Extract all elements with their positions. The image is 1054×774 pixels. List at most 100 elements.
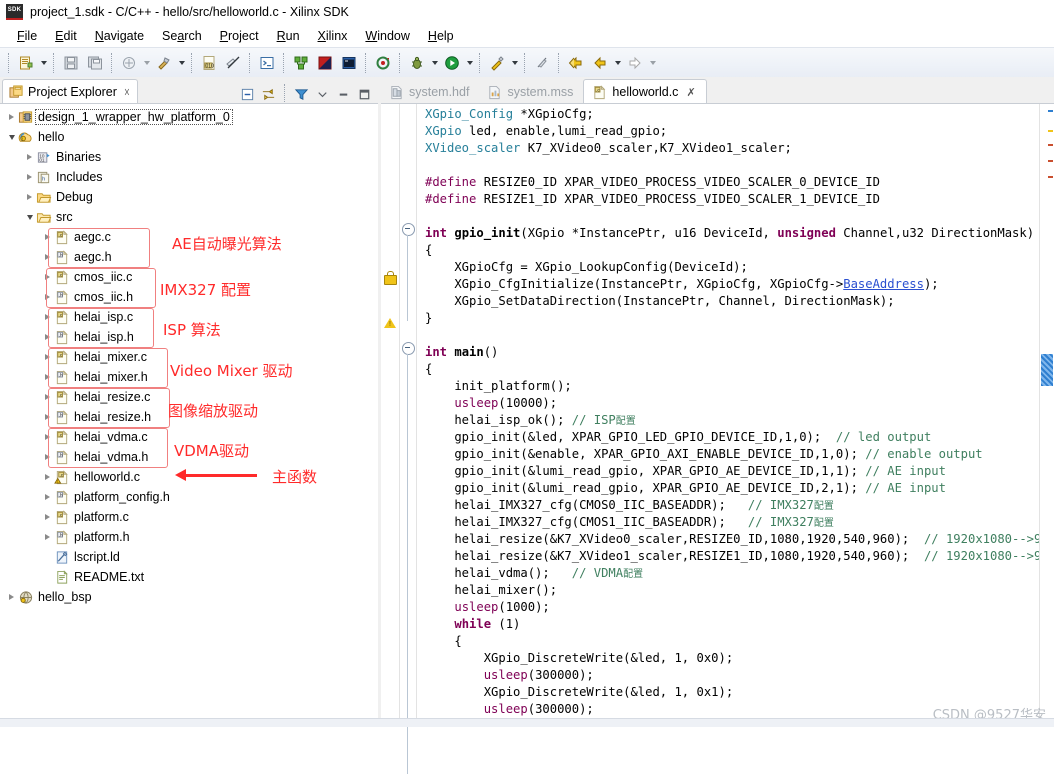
tree-twisty-collapsed-icon[interactable] — [41, 427, 54, 447]
build-dropdown-icon[interactable] — [141, 52, 152, 74]
menu-search[interactable]: Search — [153, 27, 211, 45]
tree-twisty-collapsed-icon[interactable] — [23, 167, 36, 187]
tree-item[interactable]: .c helai_mixer.c — [0, 347, 378, 367]
tree-item[interactable]: ! hello — [0, 127, 378, 147]
forward-next-icon[interactable] — [624, 52, 646, 74]
tree-item[interactable]: Debug — [0, 187, 378, 207]
menu-window[interactable]: Window — [356, 27, 418, 45]
new-file-dropdown-icon[interactable] — [38, 52, 49, 74]
tree-twisty-collapsed-icon[interactable] — [41, 347, 54, 367]
editor-marker-gutter[interactable]: ! — [381, 104, 400, 727]
fold-toggle-main[interactable] — [402, 342, 415, 355]
menu-help[interactable]: Help — [419, 27, 463, 45]
tree-twisty-collapsed-icon[interactable] — [41, 287, 54, 307]
hammer-dropdown-icon[interactable] — [176, 52, 187, 74]
tree-twisty-collapsed-icon[interactable] — [41, 247, 54, 267]
build-all-icon[interactable] — [118, 52, 140, 74]
skip-breakpoints-icon[interactable] — [531, 52, 553, 74]
minimize-icon[interactable] — [334, 85, 353, 104]
tree-item[interactable]: hello_bsp — [0, 587, 378, 607]
tree-twisty-collapsed-icon[interactable] — [23, 147, 36, 167]
menu-project[interactable]: Project — [211, 27, 268, 45]
tree-twisty-collapsed-icon[interactable] — [41, 487, 54, 507]
debug-dropdown-icon[interactable] — [429, 52, 440, 74]
toggle-markers-icon[interactable] — [222, 52, 244, 74]
filter-icon[interactable] — [292, 85, 311, 104]
tree-item[interactable]: .c helai_vdma.c — [0, 427, 378, 447]
menu-xilinx[interactable]: Xilinx — [309, 27, 357, 45]
tree-twisty-expanded-icon[interactable] — [5, 127, 18, 147]
tree-twisty-collapsed-icon[interactable] — [41, 447, 54, 467]
tree-item[interactable]: .c helai_resize.c — [0, 387, 378, 407]
menu-file[interactable]: File — [8, 27, 46, 45]
tree-item[interactable]: design_1_wrapper_hw_platform_0 — [0, 107, 378, 127]
tree-item[interactable]: README.txt — [0, 567, 378, 587]
tree-twisty-collapsed-icon[interactable] — [41, 367, 54, 387]
tree-item[interactable]: .h helai_resize.h — [0, 407, 378, 427]
tree-twisty-collapsed-icon[interactable] — [41, 307, 54, 327]
tree-twisty-collapsed-icon[interactable] — [41, 507, 54, 527]
tree-item[interactable]: .h helai_mixer.h — [0, 367, 378, 387]
tree-item[interactable]: .c! helloworld.c — [0, 467, 378, 487]
tree-item[interactable]: .h cmos_iic.h — [0, 287, 378, 307]
prev-dropdown-icon[interactable] — [612, 52, 623, 74]
terminal-icon[interactable] — [256, 52, 278, 74]
editor-overview-ruler[interactable] — [1039, 104, 1054, 727]
tree-item[interactable]: .h platform_config.h — [0, 487, 378, 507]
run-dropdown-icon[interactable] — [464, 52, 475, 74]
link-with-editor-icon[interactable] — [259, 85, 278, 104]
tree-twisty-collapsed-icon[interactable] — [5, 587, 18, 607]
back-icon[interactable] — [565, 52, 587, 74]
tree-twisty-collapsed-icon[interactable] — [41, 327, 54, 347]
maximize-icon[interactable] — [355, 85, 374, 104]
save-all-icon[interactable] — [84, 52, 106, 74]
fold-toggle-gpio-init[interactable] — [402, 223, 415, 236]
editor-folding-gutter[interactable] — [400, 104, 417, 774]
external-tools-icon[interactable] — [486, 52, 508, 74]
tree-item[interactable]: 10 01 Binaries — [0, 147, 378, 167]
editor-tab-system-mss[interactable]: system.mss — [479, 80, 583, 104]
tree-item[interactable]: h Includes — [0, 167, 378, 187]
system-debugger-icon[interactable] — [338, 52, 360, 74]
run-icon[interactable] — [441, 52, 463, 74]
tree-item[interactable]: .h aegc.h — [0, 247, 378, 267]
tree-twisty-collapsed-icon[interactable] — [41, 227, 54, 247]
tree-twisty-collapsed-icon[interactable] — [41, 467, 54, 487]
tree-item[interactable]: .c cmos_iic.c — [0, 267, 378, 287]
build-hammer-icon[interactable] — [153, 52, 175, 74]
tree-item[interactable]: .c helai_isp.c — [0, 307, 378, 327]
next-dropdown-icon[interactable] — [647, 52, 658, 74]
menu-run[interactable]: Run — [268, 27, 309, 45]
tab-project-explorer[interactable]: Project Explorer ☓ — [2, 79, 138, 104]
tree-item[interactable]: .h helai_vdma.h — [0, 447, 378, 467]
external-tools-dropdown-icon[interactable] — [509, 52, 520, 74]
tree-twisty-collapsed-icon[interactable] — [41, 407, 54, 427]
collapse-all-icon[interactable] — [238, 85, 257, 104]
new-file-icon[interactable] — [15, 52, 37, 74]
tree-twisty-collapsed-icon[interactable] — [41, 267, 54, 287]
tree-twisty-collapsed-icon[interactable] — [5, 107, 18, 127]
repository-icon[interactable] — [372, 52, 394, 74]
forward-prev-icon[interactable] — [589, 52, 611, 74]
tree-twisty-expanded-icon[interactable] — [23, 207, 36, 227]
editor-tab-system-hdf[interactable]: system.hdf — [381, 80, 479, 104]
close-icon[interactable]: ✗ — [686, 86, 695, 99]
tree-twisty-collapsed-icon[interactable] — [23, 187, 36, 207]
menu-navigate[interactable]: Navigate — [86, 27, 153, 45]
tree-twisty-collapsed-icon[interactable] — [41, 527, 54, 547]
close-icon[interactable]: ☓ — [124, 86, 130, 99]
tree-item[interactable]: .c platform.c — [0, 507, 378, 527]
tree-twisty-collapsed-icon[interactable] — [41, 387, 54, 407]
tree-item[interactable]: .c aegc.c — [0, 227, 378, 247]
program-fpga-icon[interactable] — [290, 52, 312, 74]
code-text[interactable]: XGpio_Config *XGpioCfg; XGpio led, enable… — [417, 104, 1039, 727]
editor-tab-helloworld-c[interactable]: .c helloworld.c ✗ — [583, 79, 707, 104]
tree-item[interactable]: .h platform.h — [0, 527, 378, 547]
tree-item[interactable]: lscript.ld — [0, 547, 378, 567]
view-menu-icon[interactable] — [313, 85, 332, 104]
xsct-console-icon[interactable] — [314, 52, 336, 74]
new-source-file-icon[interactable]: 010 — [198, 52, 220, 74]
tree-item[interactable]: .h helai_isp.h — [0, 327, 378, 347]
project-tree[interactable]: design_1_wrapper_hw_platform_0! hello 10 01… — [0, 104, 378, 727]
save-icon[interactable] — [60, 52, 82, 74]
